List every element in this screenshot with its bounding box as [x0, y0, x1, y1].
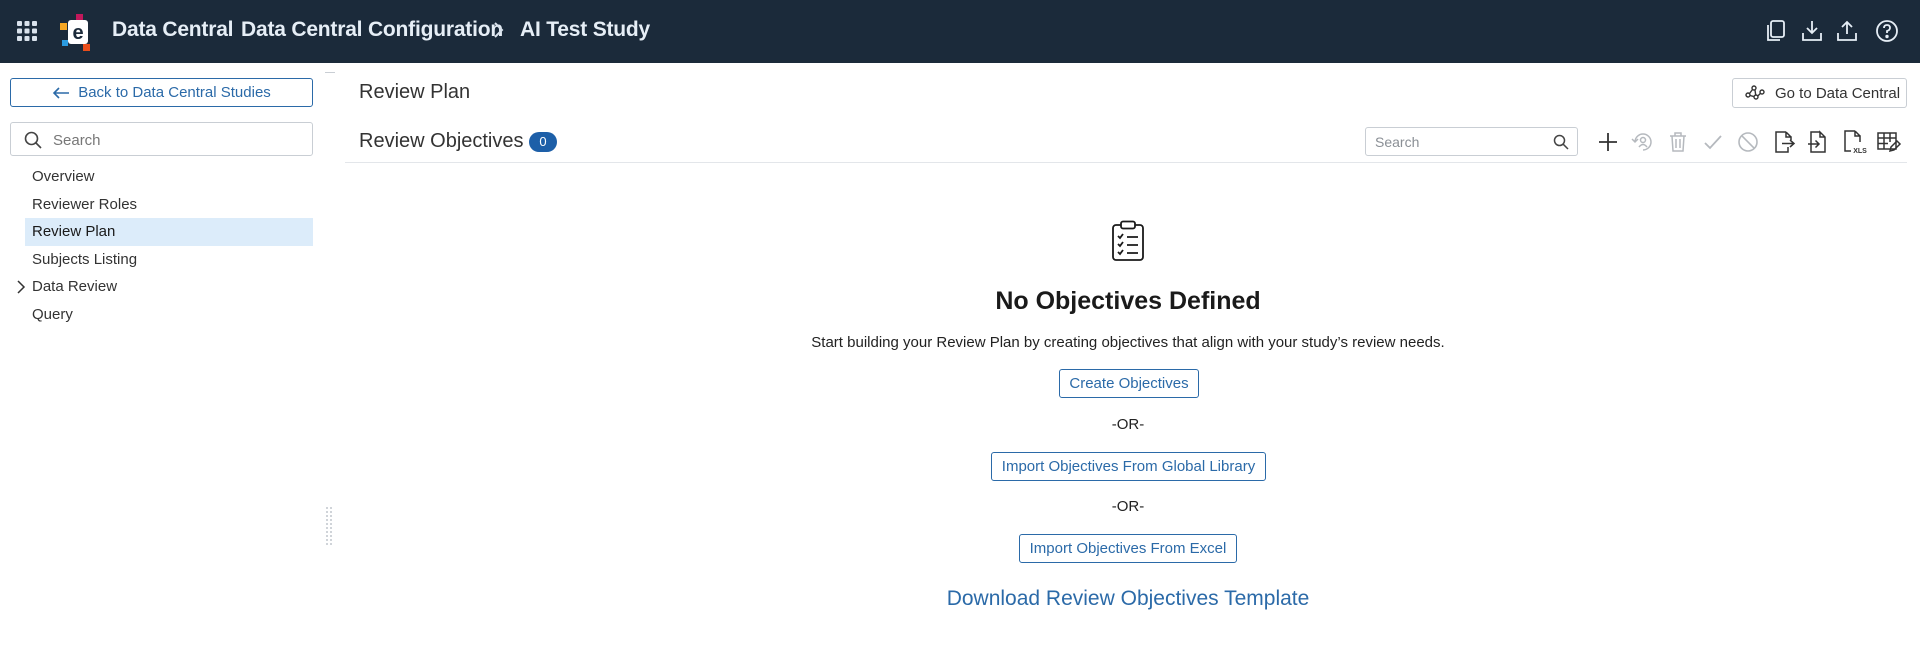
search-icon[interactable]: [1553, 134, 1569, 150]
objective-count-badge: 0: [529, 132, 557, 152]
page-title: Review Plan: [359, 81, 471, 103]
create-objectives-button[interactable]: Create Objectives: [1059, 369, 1199, 398]
xls-icon[interactable]: XLS: [1839, 128, 1867, 156]
network-icon: [1745, 85, 1765, 100]
svg-text:e: e: [72, 22, 83, 44]
app-name[interactable]: Data Central: [112, 18, 234, 42]
upload-icon[interactable]: [1834, 18, 1860, 44]
sidebar-item-label: Review Plan: [32, 223, 116, 240]
apps-grid-icon[interactable]: [16, 20, 38, 42]
reassign-icon[interactable]: [1629, 128, 1657, 156]
toolbar-divider: [345, 162, 1907, 163]
empty-state-title: No Objectives Defined: [995, 287, 1261, 315]
or-divider-text: -OR-: [1111, 498, 1145, 515]
chevron-right-icon: [488, 20, 508, 40]
go-to-data-central-button[interactable]: Go to Data Central: [1732, 78, 1907, 108]
create-objectives-label: Create Objectives: [1069, 375, 1189, 392]
export-icon[interactable]: [1769, 128, 1797, 156]
approve-check-icon[interactable]: [1699, 128, 1727, 156]
import-from-excel-button[interactable]: Import Objectives From Excel: [1019, 534, 1237, 563]
copy-icon[interactable]: [1763, 18, 1789, 44]
sidebar-item-label: Subjects Listing: [32, 250, 138, 268]
sidebar-search: [10, 122, 313, 156]
top-bar: e Data Central Data Central Configuratio…: [0, 0, 1920, 63]
breadcrumb-current: AI Test Study: [520, 18, 651, 41]
sidebar-item-reviewer-roles[interactable]: Reviewer Roles: [25, 191, 313, 219]
app-logo-icon[interactable]: e: [58, 14, 92, 52]
help-icon[interactable]: [1874, 18, 1900, 44]
sidebar-item-subjects-listing[interactable]: Subjects Listing: [25, 246, 313, 274]
add-icon[interactable]: [1594, 128, 1622, 156]
grid-search-input[interactable]: [1375, 133, 1545, 151]
svg-text:XLS: XLS: [1853, 148, 1867, 155]
section-title: Review Objectives: [359, 130, 524, 152]
import-icon[interactable]: [1804, 128, 1832, 156]
import-library-label: Import Objectives From Global Library: [1001, 458, 1256, 475]
search-icon: [24, 131, 42, 149]
clipboard-checklist-icon: [1110, 220, 1146, 262]
import-excel-label: Import Objectives From Excel: [1029, 540, 1227, 557]
delete-icon[interactable]: [1664, 128, 1692, 156]
download-icon[interactable]: [1799, 18, 1825, 44]
or-divider-text: -OR-: [1111, 416, 1145, 433]
sidebar-item-label: Overview: [32, 168, 95, 185]
arrow-left-icon: [53, 86, 70, 99]
back-to-studies-button[interactable]: Back to Data Central Studies: [10, 78, 313, 107]
go-to-data-central-label: Go to Data Central: [1775, 84, 1901, 102]
back-button-label: Back to Data Central Studies: [78, 84, 271, 101]
empty-state-description: Start building your Review Plan by creat…: [811, 334, 1445, 351]
breadcrumb-parent[interactable]: Data Central Configuration: [241, 18, 503, 42]
import-from-global-library-button[interactable]: Import Objectives From Global Library: [991, 452, 1266, 481]
sidebar-item-review-plan[interactable]: Review Plan: [25, 218, 313, 246]
grid-search: [1365, 127, 1578, 156]
sidebar-item-label: Reviewer Roles: [32, 195, 138, 213]
block-icon[interactable]: [1734, 128, 1762, 156]
table-edit-icon[interactable]: [1874, 128, 1902, 156]
sidebar-item-overview[interactable]: Overview: [25, 163, 313, 191]
download-template-link[interactable]: Download Review Objectives Template: [0, 587, 1920, 611]
panel-divider: [325, 72, 335, 73]
sidebar-search-input[interactable]: [53, 129, 303, 151]
